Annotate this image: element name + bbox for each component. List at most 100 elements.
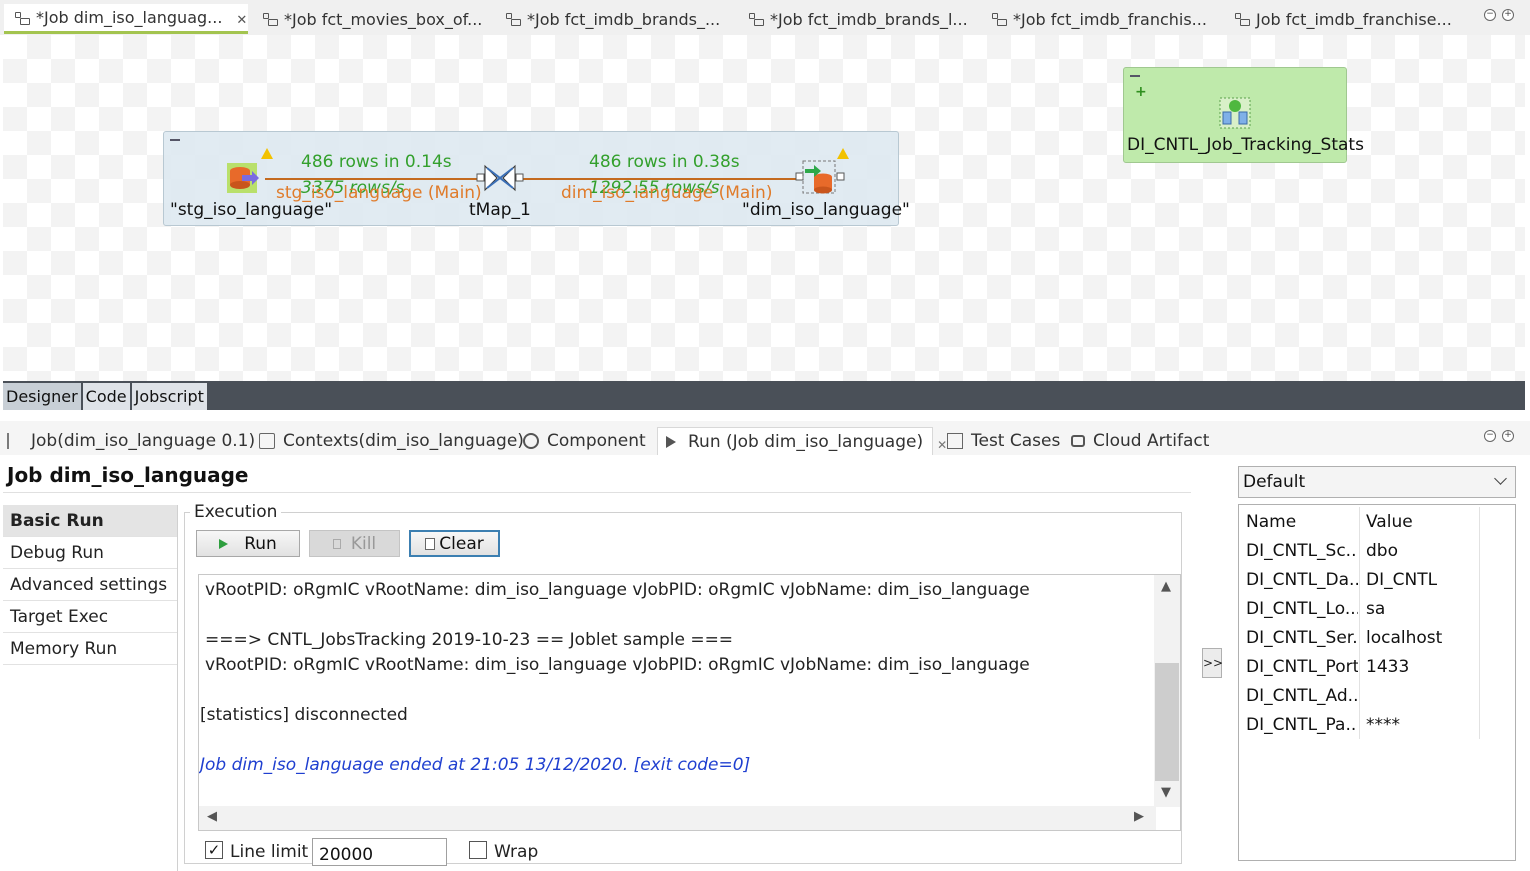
minimize-icon[interactable]: − [1484,9,1496,21]
tab-label: Test Cases [971,431,1061,451]
database-output-icon[interactable] [795,159,845,197]
clear-icon [425,537,436,550]
kill-button-label: Kill [350,533,377,554]
run-button[interactable]: Run [196,530,300,557]
joblet-container[interactable]: + DI_CNTL_Job_Tracking_Stats [1123,67,1364,163]
flow1-name-label[interactable]: stg_iso_language (Main) [276,183,482,203]
flow2-name-label[interactable]: dim_iso_language (Main) [561,183,772,203]
nav-debug-run[interactable]: Debug Run [3,537,177,569]
vertical-scrollbar[interactable]: ▲ ▼ [1154,575,1180,807]
tab-test-cases[interactable]: Test Cases [947,427,1060,455]
editor-tab-fct-movies-box-office[interactable]: *Job fct_movies_box_of... [262,4,482,34]
context-variables-table: Name Value DI_CNTL_Sc... dbo DI_CNTL_Da.… [1238,504,1516,861]
joblet-icon[interactable] [1218,96,1252,130]
header-value[interactable]: Value [1366,512,1413,532]
scroll-down-icon[interactable]: ▼ [1161,785,1171,800]
source-component-label[interactable]: "stg_iso_language" [170,200,332,220]
expand-context-button[interactable]: >> [1202,648,1223,678]
editor-tab-fct-imdb-franchise[interactable]: Job fct_imdb_franchise... [1234,4,1452,34]
context-selected-value: Default [1243,472,1306,492]
tab-jobscript[interactable]: Jobscript [131,383,207,410]
collapse-icon[interactable] [170,139,180,143]
joblet-label[interactable]: DI_CNTL_Job_Tracking_Stats [1127,135,1364,155]
table-header: Name Value [1239,509,1515,538]
warning-icon [837,148,849,159]
editor-tab-fct-imdb-brands[interactable]: *Job fct_imdb_brands_... [505,4,720,34]
table-row[interactable]: DI_CNTL_Pa... **** [1239,712,1515,741]
maximize-icon[interactable]: + [1502,430,1514,442]
tab-designer[interactable]: Designer [3,383,81,410]
row-name: DI_CNTL_Sc... [1246,541,1358,561]
row-value: DI_CNTL [1366,570,1438,590]
kill-button[interactable]: Kill [309,530,400,557]
wrap-label: Wrap [494,842,539,862]
tab-component[interactable]: Component [523,427,646,455]
scroll-up-icon[interactable]: ▲ [1161,579,1171,594]
minimize-icon[interactable]: − [1484,430,1496,442]
tab-label: Component [547,431,646,451]
line-limit-checkbox[interactable]: ✓ [205,841,223,859]
tmap-icon[interactable] [475,162,525,194]
test-cases-icon [947,433,963,449]
execution-label: Execution [190,502,282,522]
tmap-component-label[interactable]: tMap_1 [469,200,531,220]
table-row[interactable]: DI_CNTL_Ad... [1239,683,1515,712]
collapse-icon[interactable] [1130,75,1140,79]
scroll-left-icon[interactable]: ◀ [207,809,217,824]
table-row[interactable]: DI_CNTL_Port 1433 [1239,654,1515,683]
clear-button[interactable]: Clear [409,530,500,557]
job-icon [748,11,764,27]
editor-tab-fct-imdb-franchis[interactable]: *Job fct_imdb_franchis... [991,4,1207,34]
close-icon[interactable]: ✕ [937,438,947,452]
tab-label: Contexts(dim_iso_language) [283,431,524,451]
wrap-checkbox[interactable] [469,841,487,859]
tab-code[interactable]: Code [82,383,130,410]
header-name[interactable]: Name [1246,512,1358,532]
table-row[interactable]: DI_CNTL_Ser... localhost [1239,625,1515,654]
tab-job[interactable]: Job(dim_iso_language 0.1) [7,427,255,455]
bottom-panel-tabs: Job(dim_iso_language 0.1) Contexts(dim_i… [0,421,1530,455]
scroll-thumb[interactable] [1155,663,1179,781]
tab-cloud-artifact[interactable]: Cloud Artifact [1071,427,1209,455]
scroll-right-icon[interactable]: ▶ [1134,809,1144,824]
editor-tab-label: Job fct_imdb_franchise... [1256,9,1452,29]
expand-plus-icon[interactable]: + [1135,84,1147,100]
nav-advanced-settings[interactable]: Advanced settings [3,569,177,601]
job-icon [505,11,521,27]
horizontal-scrollbar[interactable]: ◀ ▶ [199,806,1156,830]
kill-icon [332,538,341,549]
job-icon [7,433,23,449]
designer-canvas[interactable]: "stg_iso_language" 486 rows in 0.14s 337… [3,35,1525,381]
table-row[interactable]: DI_CNTL_Lo... sa [1239,596,1515,625]
database-input-icon[interactable] [226,161,260,195]
console-line: vRootPID: oRgmIC vRootName: dim_iso_lang… [205,655,1030,675]
editor-tab-fct-imdb-brands-l[interactable]: *Job fct_imdb_brands_l... [748,4,968,34]
nav-target-exec[interactable]: Target Exec [3,601,177,633]
editor-tab-label: *Job fct_imdb_brands_... [527,9,721,29]
row-value: **** [1366,715,1400,735]
nav-basic-run[interactable]: Basic Run [3,505,177,537]
console-line: ===> CNTL_JobsTracking 2019-10-23 == Job… [205,630,734,650]
play-icon [219,538,229,549]
maximize-icon[interactable]: + [1502,9,1514,21]
row-name: DI_CNTL_Port [1246,657,1358,677]
context-selector[interactable]: Default [1238,466,1516,498]
console-output[interactable]: vRootPID: oRgmIC vRootName: dim_iso_lang… [198,574,1181,831]
tab-run[interactable]: Run (Job dim_iso_language) ✕ [657,427,947,455]
job-icon [1234,11,1250,27]
table-row[interactable]: DI_CNTL_Da... DI_CNTL [1239,567,1515,596]
job-icon [262,11,278,27]
editor-tab-dim-iso-language[interactable]: *Job dim_iso_languag... ✕ [4,4,248,34]
nav-memory-run[interactable]: Memory Run [3,633,177,665]
tab-label: Run (Job dim_iso_language) [688,431,924,452]
tab-contexts[interactable]: Contexts(dim_iso_language) [259,427,524,455]
row-value: dbo [1366,541,1398,561]
line-limit-input[interactable] [312,838,447,866]
run-icon [666,435,676,448]
table-row[interactable]: DI_CNTL_Sc... dbo [1239,538,1515,567]
line-limit-label: Line limit [230,842,309,862]
row-name: DI_CNTL_Ad... [1246,686,1358,706]
job-icon [14,10,30,26]
target-component-label[interactable]: "dim_iso_language" [742,200,910,220]
close-icon[interactable]: ✕ [236,13,247,28]
